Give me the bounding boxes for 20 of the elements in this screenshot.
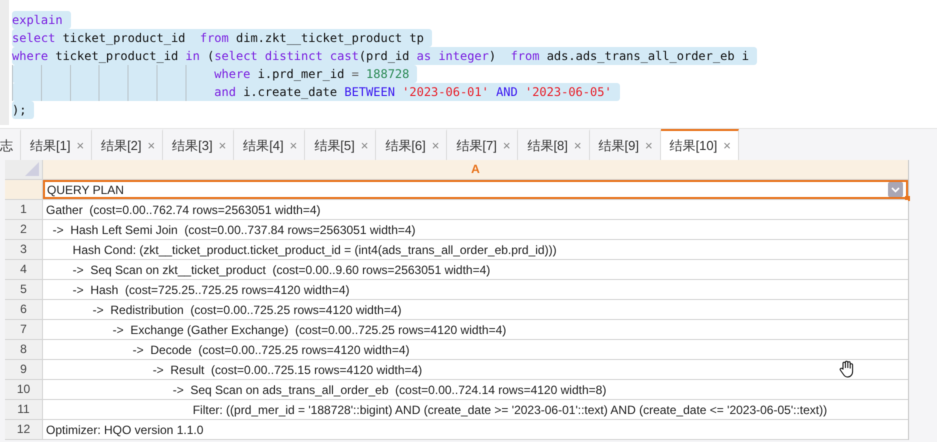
row-number: 3 [5, 240, 43, 259]
row-number: 11 [5, 400, 43, 419]
row-number: 8 [5, 340, 43, 359]
row-number: 5 [5, 280, 43, 299]
row-number: 9 [5, 360, 43, 379]
row-number: 4 [5, 260, 43, 279]
row-number: 12 [5, 420, 43, 439]
select-all-corner[interactable] [5, 160, 43, 179]
dropdown-button[interactable] [888, 182, 903, 197]
row-number: 1 [5, 200, 43, 219]
triangle-icon [25, 162, 39, 176]
table-cell: QUERY PLAN [43, 180, 908, 199]
result-tab[interactable]: 结果[10] × [660, 129, 739, 160]
row-number: 2 [5, 220, 43, 239]
chevron-down-icon [891, 186, 900, 192]
close-icon[interactable]: × [723, 138, 731, 153]
hand-cursor-icon [838, 360, 856, 378]
row-number: 7 [5, 320, 43, 339]
row-number: 6 [5, 300, 43, 319]
row-number: 10 [5, 380, 43, 399]
